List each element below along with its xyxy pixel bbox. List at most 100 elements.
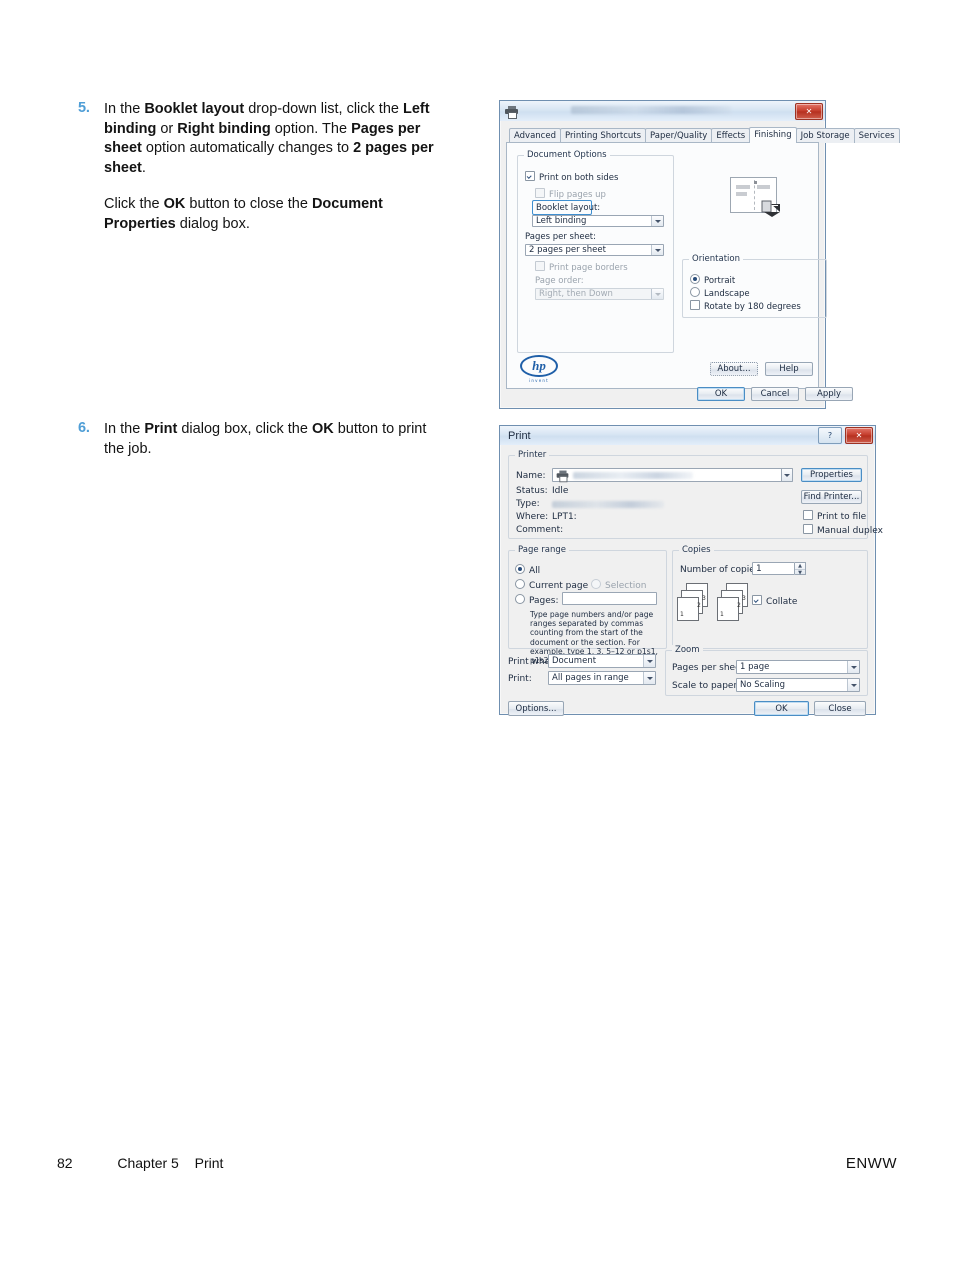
document-properties-dialog[interactable]: ✕ Advanced Printing Shortcuts Paper/Qual… — [499, 100, 900, 409]
help-button[interactable]: Help — [765, 362, 813, 376]
print-dialog-body: Printer Name: Status: Idle Type: Where: … — [500, 445, 883, 716]
step-5-paragraph-2: Click the OK button to close the Documen… — [104, 196, 383, 232]
page-range-selection-label: Selection — [605, 581, 647, 591]
print-close-button[interactable]: Close — [814, 701, 866, 716]
chevron-down-icon[interactable] — [643, 655, 655, 667]
binding-arrow-icon — [761, 200, 780, 217]
print-titlebar-buttons[interactable]: ? ✕ — [818, 427, 873, 444]
step-5: 5. In the Booklet layout drop-down list,… — [78, 100, 434, 234]
document-options-legend: Document Options — [524, 150, 610, 160]
pages-per-sheet-dropdown[interactable]: 2 pages per sheet — [525, 244, 664, 256]
number-of-copies-input[interactable]: 1 — [752, 562, 795, 575]
tab-advanced[interactable]: Advanced — [509, 128, 561, 143]
tab-effects[interactable]: Effects — [711, 128, 751, 143]
titlebar-buttons[interactable]: ✕ — [795, 102, 823, 120]
chevron-down-icon — [651, 289, 663, 299]
cancel-button[interactable]: Cancel — [751, 387, 799, 401]
print-label: Print: — [508, 674, 532, 684]
orientation-legend: Orientation — [689, 254, 743, 264]
orientation-landscape-radio[interactable]: Landscape — [690, 287, 750, 299]
print-what-dropdown[interactable]: Document — [548, 654, 656, 668]
page-range-all-radio[interactable]: All — [515, 564, 540, 576]
print-ok-button[interactable]: OK — [754, 701, 809, 716]
collate-checkbox[interactable]: Collate — [752, 595, 797, 607]
find-printer-button[interactable]: Find Printer... — [801, 490, 862, 504]
print-page-borders-checkbox: Print page borders — [535, 261, 628, 273]
hp-logo: hp invent — [520, 355, 558, 383]
printer-name-value — [573, 471, 693, 479]
collate-label: Collate — [766, 597, 798, 607]
print-on-both-sides-checkbox[interactable]: Print on both sides — [525, 171, 618, 183]
checkbox-icon — [535, 261, 545, 271]
scale-to-paper-size-dropdown[interactable]: No Scaling — [736, 678, 860, 692]
tab-services[interactable]: Services — [853, 128, 900, 143]
print-dialog-titlebar[interactable]: Print ? ✕ — [500, 426, 875, 445]
properties-button[interactable]: Properties — [801, 468, 862, 482]
tab-paper-quality[interactable]: Paper/Quality — [645, 128, 713, 143]
stepper-up-icon[interactable]: ▲ — [795, 563, 805, 570]
close-icon[interactable]: ✕ — [845, 427, 873, 444]
dialog-titlebar[interactable]: ✕ — [500, 101, 825, 121]
radio-icon — [515, 594, 525, 604]
chevron-down-icon[interactable] — [782, 469, 792, 481]
tab-printing-shortcuts[interactable]: Printing Shortcuts — [560, 128, 647, 143]
hp-logo-text: hp — [520, 355, 558, 377]
manual-duplex-checkbox[interactable]: Manual duplex — [803, 524, 883, 536]
printer-where-label: Where: — [516, 512, 549, 522]
chevron-down-icon[interactable] — [643, 672, 655, 684]
help-icon[interactable]: ? — [818, 427, 842, 444]
preview-marker — [754, 181, 757, 184]
about-button[interactable]: About... — [710, 362, 758, 376]
printer-where-value: LPT1: — [552, 512, 577, 522]
footer-section: Print — [194, 1155, 224, 1171]
print-on-both-sides-label: Print on both sides — [539, 173, 619, 183]
close-icon[interactable]: ✕ — [795, 102, 823, 120]
footer-page-number: 82 — [57, 1155, 73, 1171]
print-dropdown[interactable]: All pages in range — [548, 671, 656, 685]
dialog-tabs[interactable]: Advanced Printing Shortcuts Paper/Qualit… — [506, 127, 900, 143]
page-order-value: Right, then Down — [539, 289, 613, 299]
printer-name-dropdown-arrow[interactable] — [781, 468, 793, 482]
options-button[interactable]: Options... — [508, 701, 564, 716]
document-page: 5. In the Booklet layout drop-down list,… — [0, 0, 954, 1270]
page-range-current-label: Current page — [529, 581, 589, 591]
zoom-legend: Zoom — [672, 645, 703, 655]
zoom-pages-per-sheet-dropdown[interactable]: 1 page — [736, 660, 860, 674]
copy-page-number: 3 — [742, 595, 746, 602]
step-6-body: In the Print dialog box, click the OK bu… — [104, 420, 434, 459]
printer-name-dropdown[interactable] — [552, 468, 793, 482]
copy-page-number: 3 — [702, 595, 706, 602]
booklet-layout-label: Booklet layout: — [536, 203, 601, 213]
print-to-file-checkbox[interactable]: Print to file — [803, 510, 866, 522]
stepper-down-icon[interactable]: ▼ — [795, 570, 805, 576]
pages-input[interactable] — [562, 592, 657, 605]
chevron-down-icon[interactable] — [651, 216, 663, 226]
booklet-layout-value: Left binding — [536, 216, 587, 226]
preview-text-line — [736, 192, 747, 196]
hp-logo-tagline: invent — [529, 378, 549, 383]
rotate-180-checkbox[interactable]: Rotate by 180 degrees — [690, 300, 801, 312]
page-range-selection-radio: Selection — [591, 579, 646, 591]
tab-finishing[interactable]: Finishing — [749, 127, 797, 143]
apply-button[interactable]: Apply — [805, 387, 853, 401]
copy-page-number: 2 — [697, 602, 701, 609]
print-to-file-label: Print to file — [817, 512, 867, 522]
chevron-down-icon[interactable] — [847, 679, 859, 691]
page-range-pages-radio[interactable]: Pages: — [515, 594, 559, 606]
orientation-portrait-radio[interactable]: Portrait — [690, 274, 735, 286]
ok-button[interactable]: OK — [697, 387, 745, 401]
chevron-down-icon[interactable] — [847, 661, 859, 673]
tab-job-storage[interactable]: Job Storage — [795, 128, 855, 143]
zoom-pages-per-sheet-value: 1 page — [740, 662, 770, 672]
flip-pages-up-label: Flip pages up — [549, 190, 606, 200]
print-page-borders-label: Print page borders — [549, 263, 628, 273]
step-5-number: 5. — [78, 100, 90, 116]
booklet-layout-dropdown[interactable]: Left binding — [532, 215, 664, 227]
copy-page-number: 2 — [737, 602, 741, 609]
number-of-copies-stepper[interactable]: ▲ ▼ — [795, 562, 806, 576]
print-dialog[interactable]: Print ? ✕ Printer Name: Status: Idle Typ… — [499, 425, 883, 716]
page-range-current-radio[interactable]: Current page — [515, 579, 588, 591]
radio-icon — [591, 579, 601, 589]
chevron-down-icon[interactable] — [651, 245, 663, 255]
step-6: 6. In the Print dialog box, click the OK… — [78, 420, 434, 459]
